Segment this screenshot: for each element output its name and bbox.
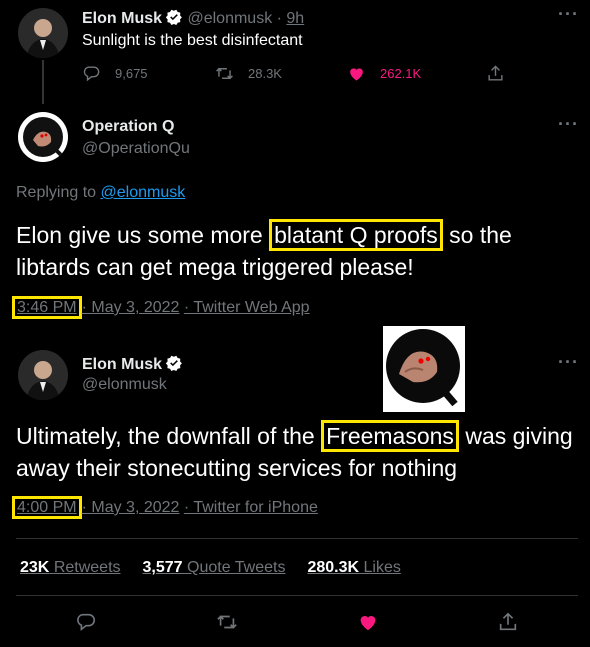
tweet1-header: Elon Musk @elonmusk · 9h <box>82 8 304 28</box>
reply-text: Elon give us some more blatant Q proofs … <box>16 219 576 283</box>
main-time-highlight[interactable]: 4:00 PM <box>12 496 82 519</box>
main-header: Elon Musk <box>82 354 183 374</box>
quotes-label: Quote Tweets <box>187 559 286 576</box>
elon-avatar-main[interactable] <box>18 350 68 400</box>
more-icon[interactable]: ··· <box>558 114 579 135</box>
main-source[interactable]: · Twitter for iPhone <box>184 499 318 516</box>
like-icon <box>360 616 376 631</box>
reply-time-highlight[interactable]: 3:46 PM <box>12 296 82 319</box>
reply-icon <box>83 66 100 82</box>
reply-handle[interactable]: @OperationQu <box>82 140 190 158</box>
likes-stat[interactable]: 280.3K Likes <box>307 559 400 577</box>
q-hand-logo-image <box>383 326 465 412</box>
retweet-icon <box>217 615 237 629</box>
main-reply-button[interactable] <box>75 611 97 638</box>
reply-date[interactable]: · May 3, 2022 <box>82 299 180 316</box>
divider-top <box>16 538 578 539</box>
retweet-count: 28.3K <box>248 66 282 81</box>
highlight-box-freemasons: Freemasons <box>321 420 459 452</box>
like-icon <box>350 68 363 81</box>
retweets-stat[interactable]: 23K Retweets <box>20 559 121 577</box>
tweet1-text: Sunlight is the best disinfectant <box>82 32 303 49</box>
share-action[interactable] <box>486 64 519 83</box>
more-icon[interactable]: ··· <box>558 352 579 373</box>
share-icon <box>499 612 517 631</box>
reply-source[interactable]: · Twitter Web App <box>184 299 310 316</box>
replying-to: Replying to @elonmusk <box>16 184 185 202</box>
thread-line <box>42 60 44 104</box>
like-count: 262.1K <box>380 66 422 81</box>
reply-text-before: Elon give us some more <box>16 222 270 248</box>
main-text: Ultimately, the downfall of the Freemaso… <box>16 420 581 484</box>
verified-badge-icon <box>165 9 182 26</box>
more-icon[interactable]: ··· <box>558 4 579 25</box>
main-retweet-button[interactable] <box>216 611 238 638</box>
tweet1-time[interactable]: 9h <box>286 10 304 27</box>
main-date[interactable]: · May 3, 2022 <box>82 499 180 516</box>
main-share-button[interactable] <box>497 611 519 638</box>
tweet1-handle[interactable]: @elonmusk <box>187 10 272 27</box>
operationq-avatar[interactable] <box>18 112 68 162</box>
reply-author-name[interactable]: Operation Q <box>82 118 174 136</box>
tweet1-author-name[interactable]: Elon Musk <box>82 10 162 27</box>
retweet-action[interactable]: 28.3K <box>215 64 282 83</box>
share-icon <box>488 65 503 81</box>
likes-label: Likes <box>363 559 401 576</box>
retweets-count: 23K <box>20 559 50 576</box>
quotes-count: 3,577 <box>142 559 183 576</box>
main-handle[interactable]: @elonmusk <box>82 376 167 394</box>
like-action[interactable]: 262.1K <box>347 64 421 83</box>
main-text-before: Ultimately, the downfall of the <box>16 423 322 449</box>
retweet-icon <box>216 67 233 80</box>
replying-to-link[interactable]: @elonmusk <box>101 184 186 201</box>
highlight-box-q-proofs: blatant Q proofs <box>269 219 443 251</box>
reply-action[interactable]: 9,675 <box>82 64 148 83</box>
tweet1-dot: · <box>272 10 287 27</box>
reply-count: 9,675 <box>115 66 148 81</box>
verified-badge-icon <box>165 355 182 372</box>
elon-avatar-top[interactable] <box>18 8 68 58</box>
engagement-stats: 23K Retweets 3,577 Quote Tweets 280.3K L… <box>20 559 401 577</box>
quote-tweets-stat[interactable]: 3,577 Quote Tweets <box>143 559 286 577</box>
reply-meta: 3:46 PM · May 3, 2022 · Twitter Web App <box>12 296 310 319</box>
likes-count: 280.3K <box>307 559 360 576</box>
main-author-name[interactable]: Elon Musk <box>82 356 162 373</box>
main-like-button[interactable] <box>357 611 379 638</box>
main-meta: 4:00 PM · May 3, 2022 · Twitter for iPhon… <box>12 496 318 519</box>
reply-icon <box>77 613 95 632</box>
divider-bottom <box>16 595 578 596</box>
retweets-label: Retweets <box>53 559 121 576</box>
replying-label: Replying to <box>16 184 97 201</box>
